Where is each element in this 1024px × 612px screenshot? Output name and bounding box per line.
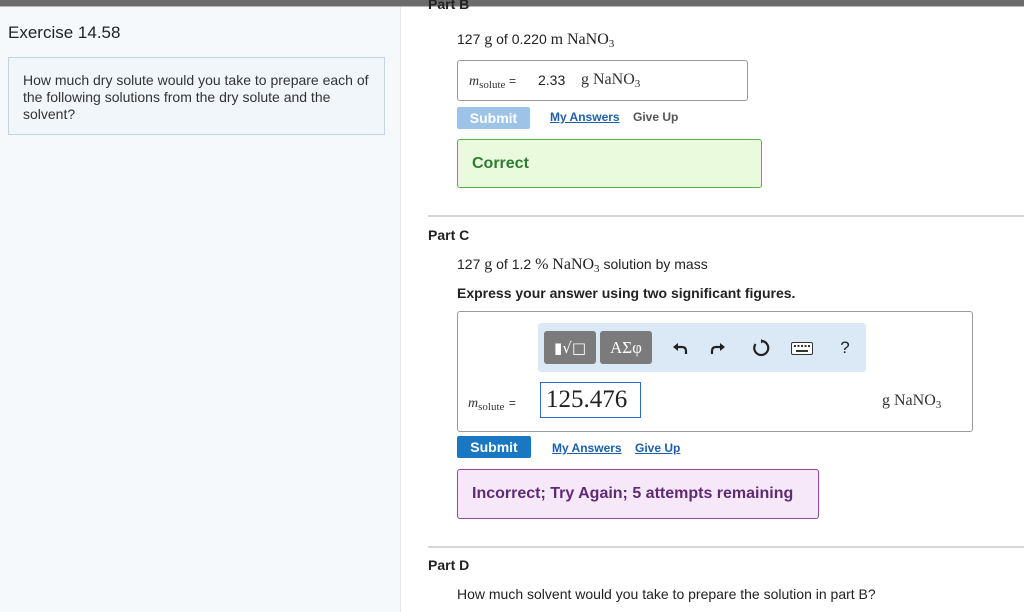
template-button[interactable]: ▮√□ bbox=[544, 331, 596, 364]
feedback-text: Correct bbox=[472, 154, 529, 172]
part-b-variable: msolute = bbox=[469, 73, 517, 91]
divider-b-c bbox=[428, 215, 1024, 217]
help-icon[interactable]: ? bbox=[833, 336, 857, 360]
part-c-submit-button[interactable]: Submit bbox=[457, 436, 531, 458]
feedback-text: Incorrect; Try Again; 5 attempts remaini… bbox=[472, 485, 794, 502]
prompt-concentration: of 1.2 bbox=[496, 256, 532, 272]
keyboard-icon[interactable] bbox=[788, 336, 816, 360]
answer-panel: Part B 127 g of 0.220 m NaNO3 msolute = … bbox=[401, 0, 1024, 612]
part-c-instruction: Express your answer using two significan… bbox=[457, 285, 796, 301]
part-d-prompt: How much solvent would you take to prepa… bbox=[457, 586, 876, 602]
math-toolbar: ▮√□ ΑΣφ ? bbox=[538, 323, 866, 372]
reset-icon[interactable] bbox=[749, 336, 773, 360]
equals-sign: = bbox=[509, 74, 517, 88]
part-b-feedback-correct: Correct bbox=[457, 139, 762, 188]
exercise-title: Exercise 14.58 bbox=[8, 23, 121, 42]
question-box: How much dry solute would you take to pr… bbox=[8, 57, 385, 135]
part-b-label: Part B bbox=[428, 0, 470, 12]
var-m: m bbox=[468, 396, 479, 411]
part-c-feedback-incorrect: Incorrect; Try Again; 5 attempts remaini… bbox=[457, 469, 819, 519]
undo-icon[interactable] bbox=[668, 336, 692, 360]
var-subscript: solute bbox=[478, 401, 505, 413]
part-c-answer-unit: g NaNO3 bbox=[882, 392, 942, 411]
part-b-prompt: 127 g of 0.220 m NaNO3 bbox=[457, 31, 615, 50]
unit-subscript: 3 bbox=[935, 399, 942, 411]
redo-icon[interactable] bbox=[706, 336, 730, 360]
part-c-label: Part C bbox=[428, 227, 470, 243]
part-c-my-answers-link[interactable]: My Answers bbox=[552, 441, 622, 455]
prompt-mass: 127 bbox=[457, 31, 481, 47]
var-m: m bbox=[469, 74, 480, 89]
question-text: How much dry solute would you take to pr… bbox=[23, 72, 369, 122]
part-b-my-answers-link[interactable]: My Answers bbox=[550, 110, 620, 124]
unit-subscript: 3 bbox=[634, 78, 641, 90]
part-c-prompt: 127 g of 1.2 % NaNO3 solution by mass bbox=[457, 256, 708, 275]
equals-sign: = bbox=[508, 396, 516, 410]
part-c-answer-input[interactable]: 125.476 bbox=[540, 382, 641, 418]
symbols-button[interactable]: ΑΣφ bbox=[600, 331, 652, 364]
part-b-answer-box: msolute = 2.33 g NaNO3 bbox=[457, 60, 748, 101]
prompt-molal-unit: m bbox=[550, 31, 564, 48]
prompt-chemical: NaNO bbox=[552, 256, 595, 273]
prompt-concentration: of 0.220 bbox=[496, 31, 547, 47]
part-c-variable: msolute = bbox=[468, 394, 516, 413]
part-b-answer-unit: g NaNO3 bbox=[581, 71, 641, 90]
exercise-sidebar: Exercise 14.58 How much dry solute would… bbox=[0, 7, 401, 612]
prompt-chemical-subscript: 3 bbox=[608, 38, 615, 50]
part-c-give-up-link[interactable]: Give Up bbox=[635, 441, 680, 455]
prompt-percent-unit: % bbox=[535, 256, 549, 273]
part-d-label: Part D bbox=[428, 557, 470, 573]
prompt-g-unit: g bbox=[484, 256, 493, 273]
part-b-answer-value: 2.33 bbox=[538, 72, 566, 88]
part-b-give-up-label: Give Up bbox=[633, 110, 679, 124]
unit-text: g NaNO bbox=[581, 71, 635, 88]
unit-text: g NaNO bbox=[882, 392, 936, 409]
prompt-chemical: NaNO bbox=[566, 31, 609, 48]
prompt-mass: 127 bbox=[457, 256, 481, 272]
prompt-tail: solution by mass bbox=[603, 256, 708, 272]
prompt-g-unit: g bbox=[484, 31, 493, 48]
divider-c-d bbox=[428, 546, 1024, 548]
var-subscript: solute bbox=[479, 79, 506, 91]
part-b-submit-button[interactable]: Submit bbox=[457, 107, 530, 129]
prompt-chemical-subscript: 3 bbox=[594, 263, 600, 275]
